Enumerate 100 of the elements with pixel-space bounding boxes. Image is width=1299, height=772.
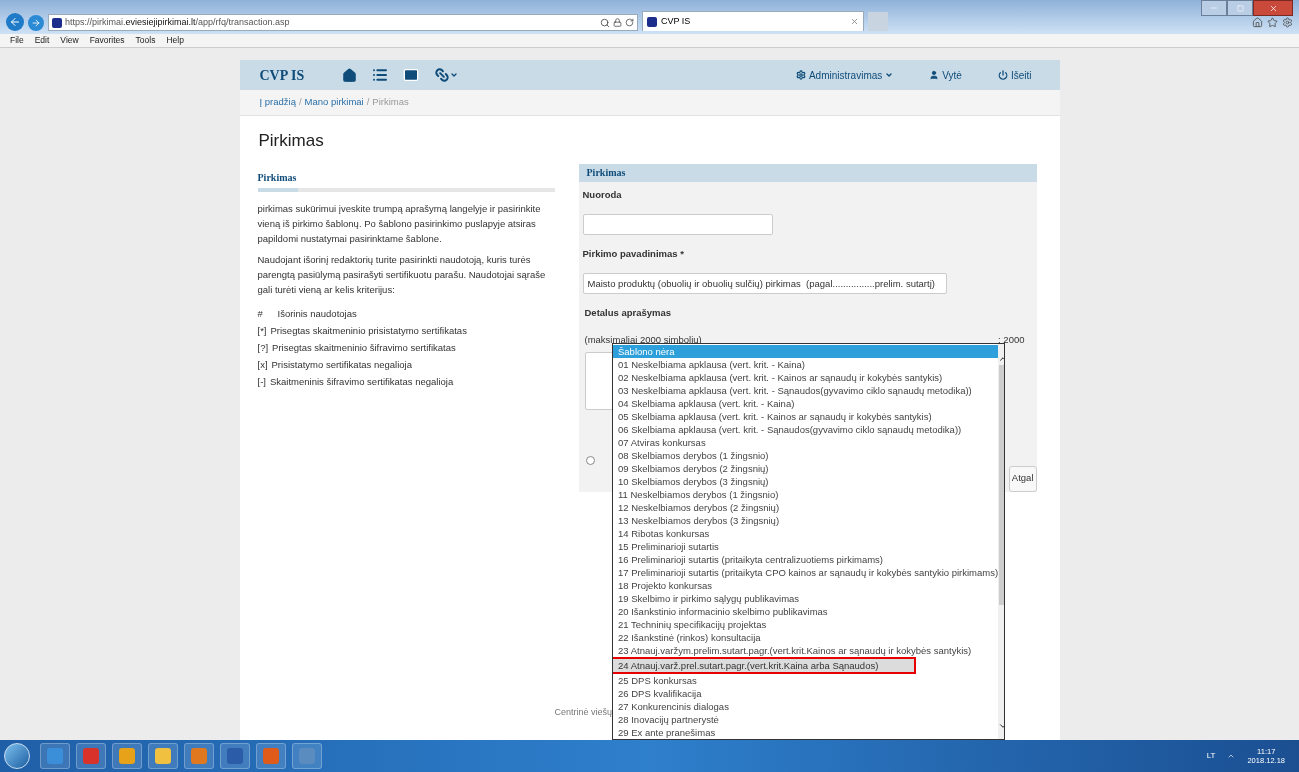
list-icon[interactable] xyxy=(372,67,389,83)
dropdown-option[interactable]: 25 DPS konkursas xyxy=(613,674,999,687)
taskbar-app-icon[interactable] xyxy=(148,743,178,769)
taskbar-app-icon[interactable] xyxy=(220,743,250,769)
caret-icon xyxy=(450,71,459,79)
admin-menu[interactable]: Administravimas xyxy=(795,67,894,83)
settings-icon[interactable] xyxy=(1282,17,1293,28)
home-icon[interactable] xyxy=(1252,17,1263,28)
dropdown-option[interactable]: 12 Neskelbiamos derybos (2 žingsnių) xyxy=(613,501,999,514)
taskbar-app-icon[interactable] xyxy=(76,743,106,769)
logout-link[interactable]: Išeiti xyxy=(997,67,1032,83)
brand[interactable]: CVP IS xyxy=(259,64,305,86)
radio-button[interactable] xyxy=(585,456,595,465)
field-label: Detalus aprašymas xyxy=(584,306,673,320)
maximize-button[interactable] xyxy=(1227,0,1253,16)
dropdown-option[interactable]: 19 Skelbimo ir pirkimo sąlygų publikavimas xyxy=(613,592,999,605)
dropdown-option[interactable]: 04 Skelbiama apklausa (vert. krit. - Kaina) xyxy=(613,397,999,410)
menu-item[interactable]: Favorites xyxy=(89,34,125,47)
tab-title: CVP IS xyxy=(661,14,691,28)
home-icon[interactable] xyxy=(342,67,358,83)
taskbar-app-icon[interactable] xyxy=(256,743,286,769)
minimize-button[interactable] xyxy=(1201,0,1227,16)
dropdown-option[interactable]: 18 Projekto konkursas xyxy=(613,579,999,592)
dropdown-option[interactable]: 29 Ex ante pranešimas xyxy=(613,726,999,739)
refresh-icon[interactable] xyxy=(625,18,634,27)
dropdown-option[interactable]: 07 Atviras konkursas xyxy=(613,436,999,449)
taskbar-app-icon[interactable] xyxy=(292,743,322,769)
breadcrumb-separator: / xyxy=(366,95,370,110)
favorites-icon[interactable] xyxy=(1267,17,1278,28)
dropdown-option[interactable]: 22 Išankstinė (rinkos) konsultacija xyxy=(613,631,999,644)
legend-text: Išorinis naudotojas xyxy=(277,306,357,320)
taskbar-app-icon[interactable] xyxy=(40,743,70,769)
dropdown-option[interactable]: 27 Konkurencinis dialogas xyxy=(613,700,999,713)
back-button[interactable] xyxy=(6,13,24,31)
dropdown-option[interactable]: 17 Preliminarioji sutartis (pritaikyta CPO kainos ar sąnaudų ir kokybės santykio pirkimams) xyxy=(613,566,999,579)
user-link[interactable]: Vytė xyxy=(929,67,962,83)
dropdown-option[interactable]: 06 Skelbiama apklausa (vert. krit. - Sąnaudos(gyvavimo ciklo sąnaudų metodika)) xyxy=(613,423,999,436)
character-counter: : 2000 xyxy=(998,333,1025,348)
reference-field[interactable] xyxy=(582,213,773,235)
dropdown-option[interactable]: 14 Ribotas konkursas xyxy=(613,527,999,540)
field-hint: (maksimaliai 2000 simbolių) xyxy=(584,333,702,347)
language-indicator[interactable]: LT xyxy=(1206,750,1216,762)
footer-text: Centrinė viešų xyxy=(554,706,613,719)
template-dropdown-list[interactable] xyxy=(612,343,1005,740)
dropdown-option[interactable]: 13 Neskelbiamos derybos (3 žingsnių) xyxy=(613,514,999,527)
browser-tab[interactable]: CVP IS xyxy=(642,11,864,31)
section-title: Pirkimas xyxy=(257,170,298,185)
help-paragraph: Naudojant išorinį redaktorių turite pasirinkti naudotoją, kuris turės parengtą pasiūlymą pasirašyti sertifikuotu parašu. Naudotojai sąraše gali turėti vieną ar kelis kriterijus: xyxy=(257,252,547,297)
menu-item[interactable]: File xyxy=(10,34,24,47)
gear-icon xyxy=(795,70,806,80)
address-bar[interactable]: https://pirkimai.eviesiejipirkimai.lt/app/rfq/transaction.asp xyxy=(48,14,638,31)
dropdown-option[interactable]: 26 DPS kvalifikacija xyxy=(613,687,999,700)
site-icon xyxy=(647,16,657,27)
menu-item[interactable]: View xyxy=(60,34,79,47)
dropdown-option[interactable]: 28 Inovacijų partnerystė xyxy=(613,713,999,726)
dropdown-option[interactable]: 08 Skelbiamos derybos (1 žingsnio) xyxy=(613,449,999,462)
close-tab-icon[interactable] xyxy=(850,17,859,26)
taskbar-app-icon[interactable] xyxy=(184,743,214,769)
dropdown-option[interactable]: 23 Atnauj.varžym.prelim.sutart.pagr.(vert.krit.Kainos ar sąnaudų ir kokybės santykis) xyxy=(613,644,999,657)
dropdown-option[interactable]: 05 Skelbiama apklausa (vert. krit. - Kainos ar sąnaudų ir kokybės santykis) xyxy=(613,410,999,423)
dropdown-option[interactable]: 20 Išankstinio informacinio skelbimo publikavimas xyxy=(613,605,999,618)
field-label: Pirkimo pavadinimas * xyxy=(582,246,685,261)
close-icon xyxy=(1268,3,1278,13)
help-paragraph: pirkimas sukūrimui įveskite trumpą aprašymą langelyje ir pasirinkite vieną iš pirkimo šablonų. Po šablono pasirinkimo puslapyje atsiras papildomi nustatymai pasirinktame šablone. xyxy=(257,201,542,246)
menu-item[interactable]: Help xyxy=(166,34,184,47)
breadcrumb-current: Pirkimas xyxy=(372,95,409,110)
dropdown-option[interactable]: 11 Neskelbiamos derybos (1 žingsnio) xyxy=(613,488,999,501)
breadcrumb-link[interactable]: Mano pirkimai xyxy=(304,95,364,110)
legend-text: Prisistatymo sertifikatas negalioja xyxy=(271,357,412,371)
dropdown-option[interactable]: 16 Preliminarioji sutartis (pritaikyta centralizuotiems pirkimams) xyxy=(613,553,999,566)
start-button[interactable] xyxy=(4,743,30,769)
breadcrumb-link[interactable]: Į pradžią xyxy=(259,95,296,110)
name-field[interactable]: Maisto produktų (obuolių ir obuolių sulčių) pirkimas (pagal................prelim. sutartį) xyxy=(582,273,947,294)
dropdown-option[interactable]: 15 Preliminarioji sutartis xyxy=(613,540,999,553)
dropdown-option[interactable]: 10 Skelbiamos derybos (3 žingsnių) xyxy=(613,475,999,488)
dropdown-option[interactable]: 24 Atnauj.varž.prel.sutart.pagr.(vert.krit.Kaina arba Sąnaudos) xyxy=(613,657,916,674)
dropdown-option[interactable]: 21 Techninių specifikacijų projektas xyxy=(613,618,999,631)
legend-text: Prisegtas skaitmeninio prisistatymo sertifikatas xyxy=(270,323,467,337)
mail-icon[interactable] xyxy=(403,67,420,83)
legend-text: Prisegtas skaitmeninio šifravimo sertifikatas xyxy=(272,340,456,354)
dropdown-option[interactable]: 03 Neskelbiama apklausa (vert. krit. - Sąnaudos(gyvavimo ciklo sąnaudų metodika)) xyxy=(613,384,999,397)
back-icon xyxy=(9,16,21,28)
menu-item[interactable]: Tools xyxy=(135,34,156,47)
back-button[interactable]: Atgal xyxy=(1008,465,1037,492)
legend-text: Skaitmeninis šifravimo sertifikatas negalioja xyxy=(269,374,454,388)
legend-mark: [?] xyxy=(257,340,269,354)
user-icon xyxy=(929,70,940,80)
search-icon[interactable] xyxy=(600,17,610,28)
legend-mark: # xyxy=(257,306,264,320)
menu-item[interactable]: Edit xyxy=(34,34,50,47)
panel-header: Pirkimas xyxy=(578,163,1037,182)
url-text: https://pirkimai.eviesiejipirkimai.lt/app/rfq/transaction.asp xyxy=(65,15,290,29)
legend-mark: [-] xyxy=(257,374,266,388)
dropdown-option[interactable]: 02 Neskelbiama apklausa (vert. krit. - Kainos ar sąnaudų ir kokybės santykis) xyxy=(613,371,999,384)
legend-mark: [x] xyxy=(257,357,268,371)
close-button[interactable] xyxy=(1253,0,1293,16)
forward-button[interactable] xyxy=(28,15,44,31)
dropdown-option[interactable]: 01 Neskelbiama apklausa (vert. krit. - Kaina) xyxy=(613,358,999,371)
taskbar-app-icon[interactable] xyxy=(112,743,142,769)
dropdown-option[interactable]: 09 Skelbiamos derybos (2 žingsnių) xyxy=(613,462,999,475)
